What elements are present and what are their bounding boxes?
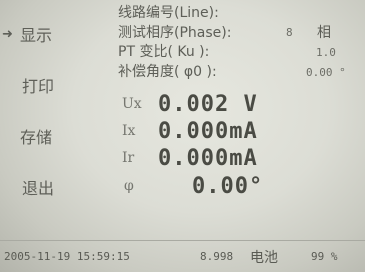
pt-ratio-label: PT 变比( Ku ): bbox=[118, 44, 210, 60]
phi-symbol: φ bbox=[124, 178, 134, 194]
ir-symbol: Ir bbox=[122, 150, 135, 166]
ix-reading: 0.000mA bbox=[158, 119, 258, 144]
phase-label: 测试相序(Phase): bbox=[118, 25, 232, 41]
compensation-angle-label: 补偿角度( φ0 ): bbox=[118, 64, 217, 80]
menu-item-store[interactable]: 存储 bbox=[20, 124, 52, 148]
menu-item-print[interactable]: 打印 bbox=[22, 73, 54, 97]
arrow-right-icon: ➜ bbox=[2, 27, 13, 42]
phase-unit: 相 bbox=[317, 25, 331, 41]
phi-reading: 0.00° bbox=[192, 174, 264, 199]
status-bar: 2005-11-19 15:59:15 8.998 电池 99 % bbox=[0, 240, 365, 272]
lcd-screen: ➜ 显示 打印 存储 退出 线路编号(Line): 测试相序(Phase): 8… bbox=[0, 0, 365, 272]
status-datetime: 2005-11-19 15:59:15 bbox=[4, 250, 130, 263]
status-voltage: 8.998 bbox=[200, 250, 234, 263]
menu-item-display[interactable]: 显示 bbox=[20, 22, 52, 46]
ir-reading: 0.000mA bbox=[158, 146, 258, 171]
phase-value: 8 bbox=[286, 26, 293, 39]
ux-reading: 0.002 V bbox=[158, 92, 258, 117]
battery-value: 99 % bbox=[311, 250, 338, 263]
compensation-angle-value: 0.00 ° bbox=[306, 66, 346, 79]
line-number-label: 线路编号(Line): bbox=[118, 5, 219, 21]
pt-ratio-value: 1.0 bbox=[316, 46, 336, 59]
menu-item-exit[interactable]: 退出 bbox=[22, 175, 54, 199]
ix-symbol: Ix bbox=[122, 123, 136, 139]
ux-symbol: Ux bbox=[122, 96, 142, 112]
battery-label: 电池 bbox=[250, 250, 278, 266]
